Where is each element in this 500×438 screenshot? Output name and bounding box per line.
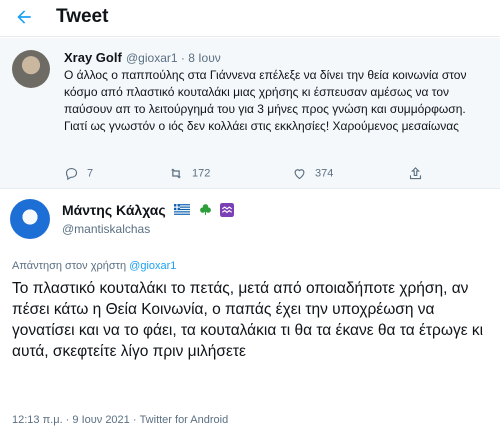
meta-separator: · — [177, 51, 189, 65]
share-action[interactable] — [408, 166, 439, 182]
main-tweet-text: Το πλαστικό κουταλάκι το πετάς, μετά από… — [12, 280, 484, 360]
reply-prefix: Απάντηση στον χρήστη — [12, 260, 130, 272]
main-display-name[interactable]: Μάντης Κάλχας — [62, 202, 166, 218]
reply-to-link[interactable]: @gioxar1 — [129, 260, 176, 272]
thread-divider — [0, 188, 500, 189]
retweet-icon — [171, 168, 181, 179]
page-title: Tweet — [56, 6, 109, 27]
parent-date[interactable]: 8 Ιουν — [188, 51, 221, 65]
top-bar: Tweet — [0, 0, 500, 36]
aquarius-sign-icon — [220, 202, 235, 217]
retweet-action[interactable]: 172 — [168, 166, 210, 182]
avatar[interactable] — [12, 50, 50, 88]
main-handle[interactable]: @mantiskalchas — [62, 222, 150, 236]
parent-tweet[interactable]: Xray Golf @gioxar1 · 8 Ιουν Ο άλλος ο πα… — [0, 38, 500, 188]
parent-display-name[interactable]: Xray Golf — [64, 50, 122, 65]
parent-handle[interactable]: @gioxar1 — [126, 51, 178, 65]
avatar[interactable] — [10, 199, 50, 239]
parent-handle-date: @gioxar1 · 8 Ιουν — [126, 51, 221, 65]
like-count: 374 — [315, 167, 334, 180]
reply-count: 7 — [87, 167, 94, 180]
main-author-row: Μάντης Κάλχας — [62, 201, 235, 219]
reply-action[interactable]: 7 — [64, 166, 93, 182]
parent-tweet-text: Ο άλλος ο παππούλης στα Γιάννενα επέλεξε… — [64, 68, 467, 133]
back-arrow-icon[interactable] — [14, 7, 34, 27]
share-icon — [409, 167, 422, 180]
header-divider — [0, 36, 500, 37]
like-action[interactable]: 374 — [292, 166, 333, 182]
greek-flag-icon — [174, 204, 191, 216]
reply-icon — [65, 167, 78, 181]
tweet-timestamp[interactable]: 12:13 π.μ. · 9 Ιουν 2021 · Twitter for A… — [12, 414, 228, 426]
shamrock-icon — [199, 204, 211, 216]
retweet-count: 172 — [192, 167, 211, 180]
reply-context: Απάντηση στον χρήστη @gioxar1 — [12, 260, 176, 272]
heart-icon — [294, 169, 305, 180]
